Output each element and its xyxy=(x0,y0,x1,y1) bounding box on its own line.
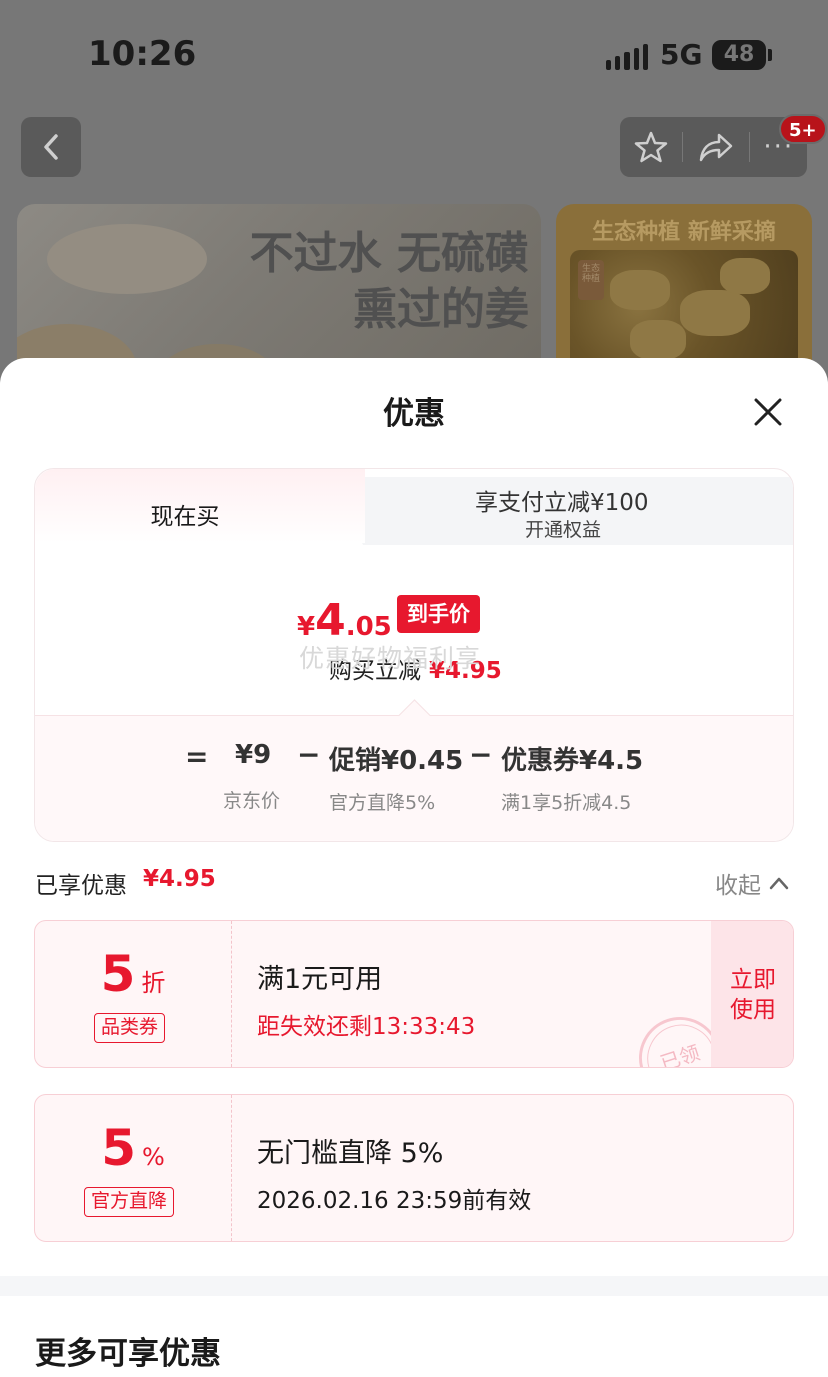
coupon-divider xyxy=(231,1095,232,1241)
status-time: 10:26 xyxy=(88,34,197,74)
formula-equals: = xyxy=(185,740,209,773)
jd-price: ¥9 xyxy=(235,740,272,770)
product-thumbnail[interactable]: 生态种植 新鲜采摘 生态 种植 xyxy=(556,204,812,384)
battery-icon: 48 xyxy=(712,40,766,70)
back-icon xyxy=(44,134,58,160)
coupon-type-tag: 官方直降 xyxy=(84,1187,175,1217)
product-page-background: 10:26 5G 48 ··· 5+ 不过水 无硫磺 熏过的姜 生态种植 新鲜采… xyxy=(0,0,828,400)
share-icon[interactable] xyxy=(697,129,735,165)
price-card: 享支付立减¥100 开通权益 现在买 ¥4.05 到手价 购买立减 ¥4.95 优… xyxy=(34,468,794,842)
coupon-value-number: 5 xyxy=(100,945,136,1003)
coupon-countdown: 距失效还剩13:33:43 xyxy=(257,1014,476,1040)
battery-tip xyxy=(768,49,772,61)
coupon-card-category: 5折 品类券 满1元可用 距失效还剩13:33:43 已领 立即 使用 xyxy=(34,920,794,1068)
status-bar: 10:26 5G 48 xyxy=(0,0,828,100)
coupon-validity: 2026.02.16 23:59前有效 xyxy=(257,1188,532,1214)
coupon-amount: 优惠券¥4.5 xyxy=(501,746,644,776)
final-price-tag: 到手价 xyxy=(397,595,480,633)
enjoyed-discount-amount: ¥4.95 xyxy=(143,866,216,892)
banner-slogan: 不过水 无硫磺 熏过的姜 xyxy=(250,226,529,338)
promo-amount: 促销¥0.45 xyxy=(329,746,464,776)
coupon-type-tag: 品类券 xyxy=(94,1013,166,1043)
use-now-button[interactable]: 立即 使用 xyxy=(711,921,793,1067)
use-now-label-line: 立即 xyxy=(730,967,776,993)
coupon-value: 5折 xyxy=(35,945,231,1003)
final-price-decimal: .05 xyxy=(345,612,392,642)
price-formula: = ¥9 京东价 − 促销¥0.45 官方直降5% − 优惠券¥4.5 满1享5… xyxy=(35,715,793,841)
message-count-badge: 5+ xyxy=(779,114,827,144)
tab-pay-discount-sublabel: 开通权益 xyxy=(525,519,602,541)
coupon-value-block: 5% 官方直降 xyxy=(35,1095,231,1241)
divider xyxy=(682,132,684,162)
coupon-label: 满1享5折减4.5 xyxy=(501,792,632,814)
final-price-section: ¥4.05 到手价 购买立减 ¥4.95 优惠好物福利享 xyxy=(35,545,793,715)
coupon-value-number: 5 xyxy=(101,1119,136,1177)
jd-price-label: 京东价 xyxy=(223,790,281,812)
enjoyed-discount-label: 已享优惠 xyxy=(35,873,127,899)
formula-minus: − xyxy=(297,738,321,771)
star-icon[interactable] xyxy=(633,129,669,165)
section-divider xyxy=(0,1276,828,1296)
coupon-value-unit: 折 xyxy=(141,969,166,997)
tab-buy-now-label: 现在买 xyxy=(150,504,220,530)
coupon-condition: 无门槛直降 5% xyxy=(257,1138,444,1169)
close-button[interactable] xyxy=(748,392,788,432)
coupon-condition: 满1元可用 xyxy=(257,964,383,995)
chevron-up-icon xyxy=(769,877,789,890)
sheet-title: 优惠 xyxy=(383,396,445,432)
coupon-divider xyxy=(231,921,232,1067)
network-type: 5G xyxy=(660,38,703,71)
collapse-button[interactable]: 收起 xyxy=(715,866,789,900)
divider xyxy=(748,132,750,162)
tab-buy-now[interactable]: 现在买 xyxy=(35,469,365,543)
banner-slogan-line: 不过水 无硫磺 xyxy=(249,228,529,279)
tab-pay-discount-label: 享支付立减¥100 xyxy=(475,490,649,516)
promo-label: 官方直降5% xyxy=(329,792,436,814)
more-discounts-title: 更多可享优惠 xyxy=(35,1336,221,1372)
seal-stamp: 生态 种植 xyxy=(578,260,604,300)
watermark: 优惠好物福利享 xyxy=(299,644,482,673)
thumbnail-title: 生态种植 新鲜采摘 xyxy=(592,220,776,245)
close-icon xyxy=(754,398,782,426)
final-price-currency: ¥ xyxy=(297,612,316,642)
tab-pay-discount[interactable]: 享支付立减¥100 开通权益 xyxy=(365,477,793,545)
formula-minus: − xyxy=(469,738,493,771)
coupon-value-unit: % xyxy=(141,1143,165,1171)
coupon-value: 5% xyxy=(35,1119,231,1177)
discount-sheet: 优惠 享支付立减¥100 开通权益 现在买 ¥4.05 到手价 购买立减 ¥4.9… xyxy=(0,358,828,1377)
coupon-card-official: 5% 官方直降 无门槛直降 5% 2026.02.16 23:59前有效 xyxy=(34,1094,794,1242)
product-banner-image: 不过水 无硫磺 熏过的姜 xyxy=(17,204,541,384)
coupon-value-block: 5折 品类券 xyxy=(35,921,231,1067)
cellular-signal-icon xyxy=(606,42,649,70)
back-button[interactable] xyxy=(21,117,81,177)
banner-slogan-line: 熏过的姜 xyxy=(353,284,529,335)
collapse-label: 收起 xyxy=(715,873,761,899)
use-now-label-line: 使用 xyxy=(730,997,776,1023)
